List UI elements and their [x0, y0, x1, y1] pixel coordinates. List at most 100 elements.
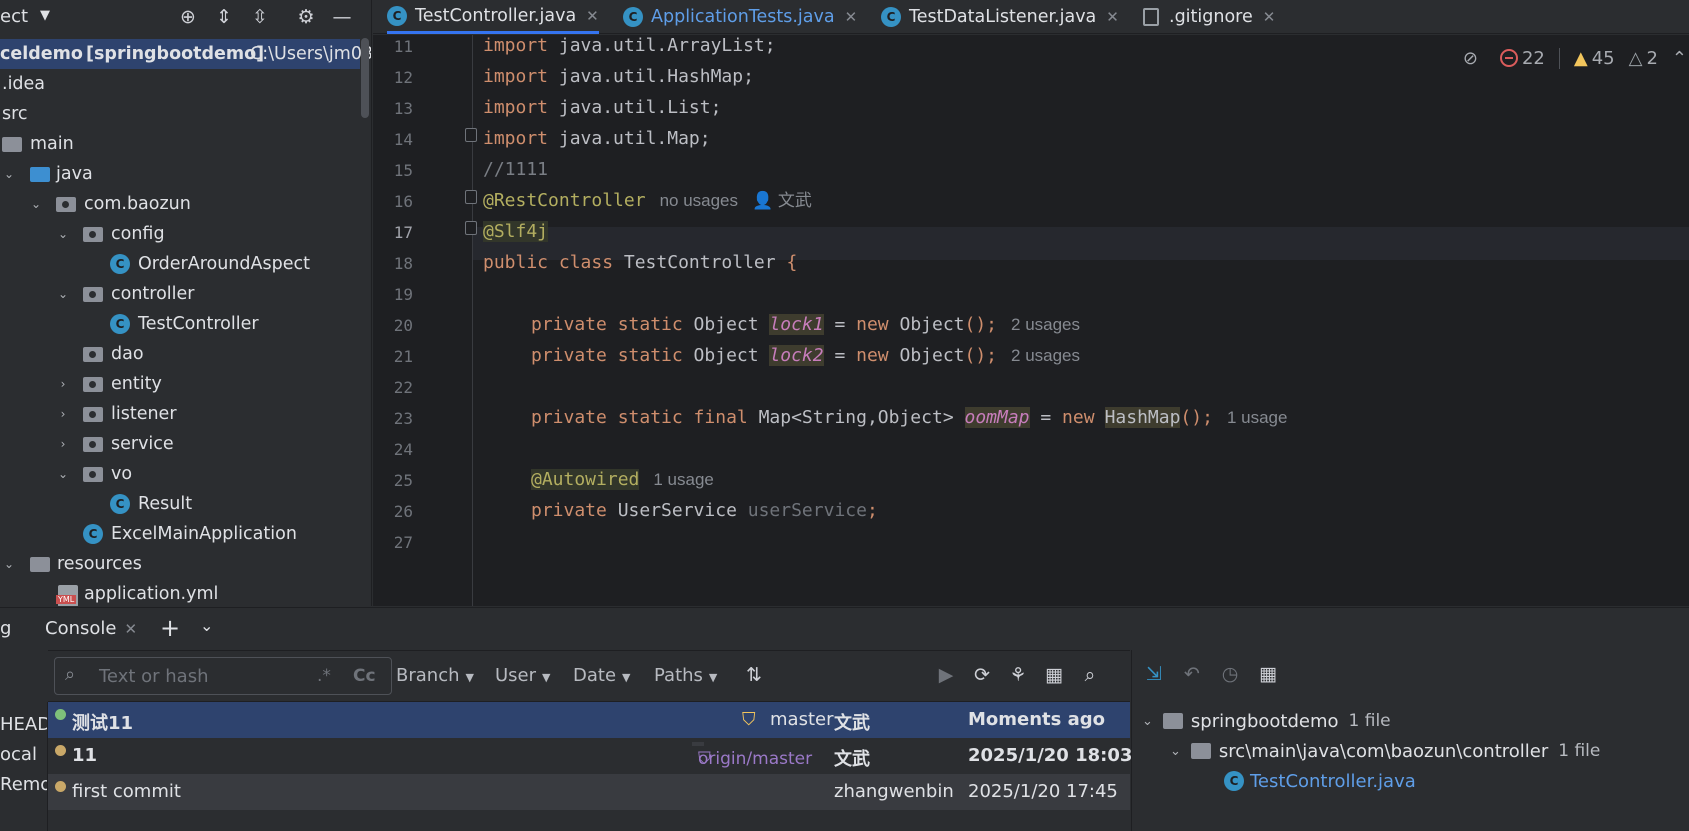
tab-gitignore[interactable]: .gitignore ✕ [1143, 0, 1275, 34]
error-count[interactable]: 22 [1499, 48, 1545, 69]
tree-item-controller[interactable]: ⌄ controller [0, 279, 360, 309]
tree-item-dao[interactable]: dao [0, 339, 360, 369]
tree-item-service[interactable]: › service [0, 429, 360, 459]
tree-item-java[interactable]: ⌄ java [0, 159, 360, 189]
close-icon[interactable]: ✕ [586, 7, 599, 25]
inspection-widget[interactable]: ⊘ 22 ▲ 45 △ 2 ⌃ [1463, 43, 1689, 73]
chevron-down-icon[interactable]: ⌄ [29, 197, 43, 211]
chevron-down-icon[interactable]: ⌄ [1170, 744, 1181, 759]
tree-item-application-yml[interactable]: application.yml [0, 579, 360, 606]
resources-folder-icon [30, 557, 50, 572]
user-filter[interactable]: User ▼ [495, 665, 551, 686]
usages-hint[interactable]: no usages [660, 191, 738, 210]
collapse-all-icon[interactable]: ⇳ [248, 5, 272, 29]
close-icon[interactable]: ✕ [1263, 8, 1276, 26]
add-tab-icon[interactable]: + [160, 614, 180, 642]
ref-local[interactable]: ocal [0, 744, 37, 765]
locate-icon[interactable]: ⊕ [176, 5, 200, 29]
regex-icon[interactable]: .* [317, 666, 331, 686]
tree-item-vo[interactable]: ⌄ vo [0, 459, 360, 489]
tree-item-listener[interactable]: › listener [0, 399, 360, 429]
tree-item-config[interactable]: ⌄ config [0, 219, 360, 249]
tab-application-tests[interactable]: C ApplicationTests.java ✕ [623, 0, 857, 34]
match-case-icon[interactable]: Cc [353, 666, 376, 686]
fold-marker-icon[interactable] [465, 190, 477, 204]
tree-item-test-controller[interactable]: C TestController [0, 309, 360, 339]
chevron-down-icon[interactable]: ▼ [40, 8, 50, 23]
branch-filter[interactable]: Branch ▼ [396, 665, 474, 686]
usages-hint[interactable]: 2 usages [1011, 346, 1080, 365]
project-view-title[interactable]: ect [0, 6, 28, 27]
changes-dir-node[interactable]: ⌄ src\main\java\com\baozun\controller 1 … [1170, 736, 1600, 766]
history-icon[interactable]: ◷ [1218, 662, 1242, 686]
fold-marker-icon[interactable] [465, 128, 477, 142]
view-options-icon[interactable]: ▦ [1042, 663, 1066, 687]
close-icon[interactable]: ✕ [124, 620, 137, 638]
chevron-down-icon[interactable]: ⌄ [1142, 714, 1153, 729]
chevron-right-icon[interactable]: › [56, 377, 70, 391]
tree-item-idea[interactable]: .idea [0, 69, 360, 99]
tab-test-controller[interactable]: C TestController.java ✕ [387, 0, 599, 34]
search-icon[interactable]: ⌕ [1078, 663, 1102, 687]
sort-icon[interactable]: ⇅ [742, 663, 766, 687]
usages-hint[interactable]: 2 usages [1011, 315, 1080, 334]
chevron-up-icon[interactable]: ⌃ [1672, 48, 1687, 69]
chevron-down-icon[interactable]: ⌄ [56, 467, 70, 481]
expand-all-icon[interactable]: ⇕ [212, 5, 236, 29]
usages-hint[interactable]: 1 usage [1227, 408, 1288, 427]
commit-row[interactable]: 11 ⛉ origin/master 文武 2025/1/20 18:03 [48, 738, 1132, 774]
tab-test-data-listener[interactable]: C TestDataListener.java ✕ [881, 0, 1119, 34]
chevron-down-icon[interactable]: ⌄ [56, 287, 70, 301]
ref-remote[interactable]: Remot [0, 774, 47, 795]
code-editor[interactable]: 11 12 13 14 15 16 17 18 19 20 21 22 23 2… [373, 35, 1689, 606]
minimize-icon[interactable]: — [330, 5, 354, 29]
chevron-down-icon[interactable]: ⌄ [56, 227, 70, 241]
changed-file-item[interactable]: C TestController.java [1224, 766, 1416, 796]
tree-item-excel-main-application[interactable]: C ExcelMainApplication [0, 519, 360, 549]
chevron-down-icon[interactable]: ⌄ [2, 167, 16, 181]
tree-label: vo [111, 464, 133, 484]
warning-count[interactable]: ▲ 45 [1558, 47, 1615, 69]
commit-date: Moments ago [968, 709, 1106, 730]
cherry-pick-icon[interactable]: ⚘ [1006, 663, 1030, 687]
commit-row[interactable]: first commit zhangwenbin 2025/1/20 17:45 [48, 774, 1130, 810]
punctuation: (); [964, 345, 998, 366]
refresh-icon[interactable]: ⟳ [970, 663, 994, 687]
paths-filter[interactable]: Paths ▼ [654, 665, 717, 686]
chevron-right-icon[interactable]: › [56, 407, 70, 421]
play-icon[interactable]: ▶ [934, 663, 958, 687]
gear-icon[interactable]: ⚙ [294, 5, 318, 29]
commit-row[interactable]: 测试11 ⛉ master 文武 Moments ago [48, 702, 1130, 738]
chevron-down-icon[interactable]: ⌄ [2, 557, 16, 571]
log-search-field[interactable]: ⌕ Text or hash .* Cc [54, 657, 392, 695]
chevron-right-icon[interactable]: › [56, 437, 70, 451]
search-input[interactable]: Text or hash [99, 666, 209, 687]
close-icon[interactable]: ✕ [1106, 8, 1119, 26]
changes-root-node[interactable]: ⌄ springbootdemo 1 file [1142, 706, 1391, 736]
collapse-icon[interactable]: ⇲ [1142, 662, 1166, 686]
author-hint[interactable]: 👤 文武 [752, 191, 812, 210]
usages-hint[interactable]: 1 usage [653, 470, 714, 489]
tree-item-order-around-aspect[interactable]: C OrderAroundAspect [0, 249, 360, 279]
tree-item-entity[interactable]: › entity [0, 369, 360, 399]
revert-icon[interactable]: ↶ [1180, 662, 1204, 686]
close-icon[interactable]: ✕ [845, 8, 858, 26]
weak-warning-count[interactable]: △ 2 [1629, 48, 1658, 69]
fold-marker-icon[interactable] [465, 221, 477, 235]
class-icon: C [110, 494, 130, 514]
date-filter[interactable]: Date ▼ [573, 665, 631, 686]
project-scrollbar[interactable] [361, 38, 369, 118]
tree-label: main [30, 134, 74, 154]
tab-log[interactable]: g [0, 618, 11, 639]
ref-head[interactable]: HEAD [0, 714, 47, 735]
tab-console[interactable]: Console ✕ [45, 618, 137, 639]
tree-item-root-module[interactable]: celdemo [springbootdemo] C:\Users\jm03 [0, 39, 371, 69]
reader-mode-icon[interactable]: ⊘ [1463, 48, 1478, 69]
tree-item-main[interactable]: main [0, 129, 360, 159]
tree-item-src[interactable]: src [0, 99, 360, 129]
view-options-icon[interactable]: ▦ [1256, 662, 1280, 686]
tree-item-com-baozun[interactable]: ⌄ com.baozun [0, 189, 360, 219]
tree-item-result[interactable]: C Result [0, 489, 360, 519]
tree-item-resources[interactable]: ⌄ resources [0, 549, 360, 579]
chevron-down-icon[interactable]: ⌄ [200, 616, 213, 635]
